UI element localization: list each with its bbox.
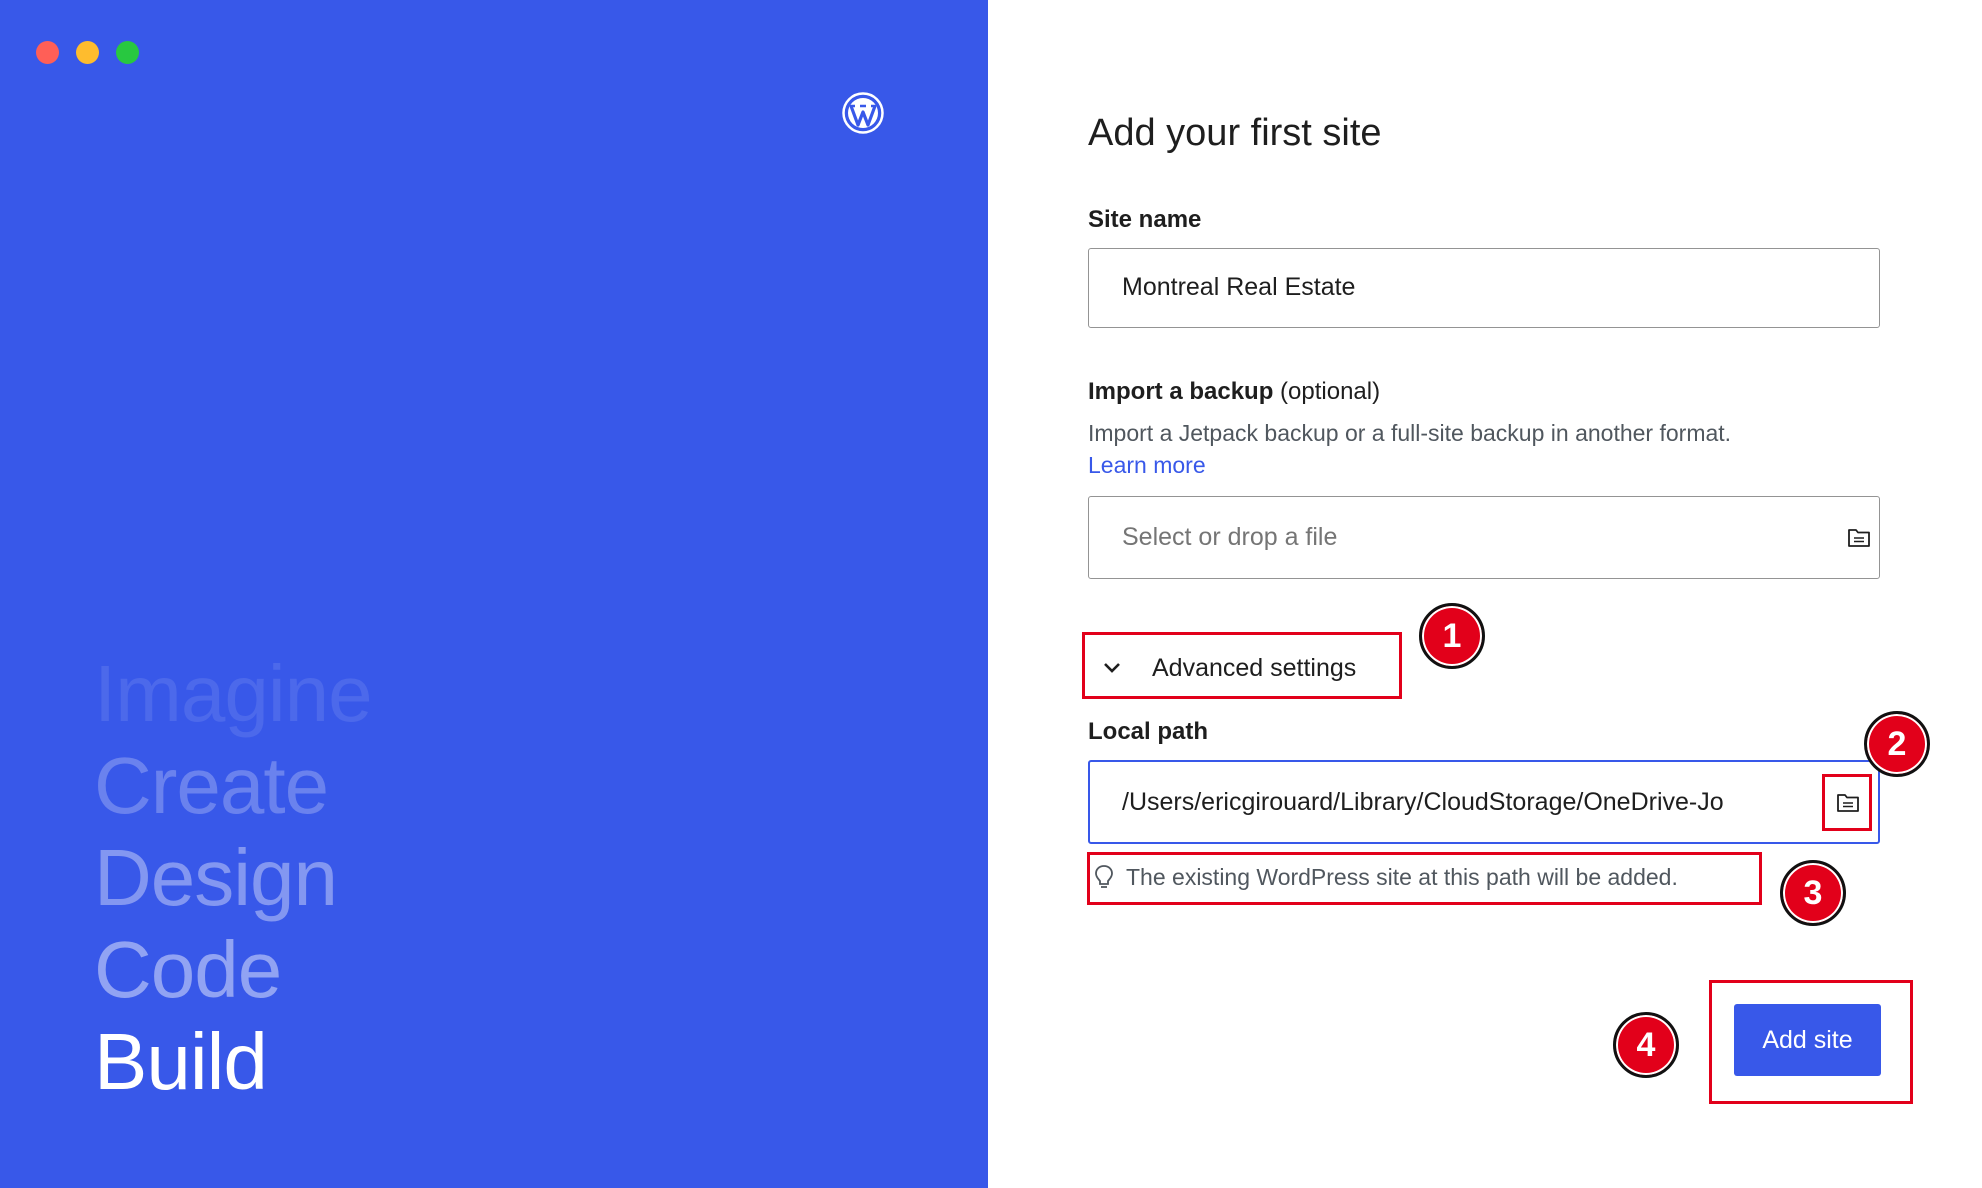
annotation-highlight-4	[1709, 980, 1913, 1104]
hero-word: Design	[94, 833, 338, 922]
site-name-value: Montreal Real Estate	[1122, 273, 1356, 301]
site-name-label: Site name	[1088, 206, 1202, 233]
window-close-button[interactable]	[36, 41, 59, 64]
hero-word: Code	[94, 925, 282, 1014]
import-backup-label-text: Import a backup	[1088, 378, 1274, 405]
import-backup-description: Import a Jetpack backup or a full-site b…	[1088, 420, 1732, 446]
hero-panel: Imagine Create Design Code Build	[0, 0, 988, 1188]
annotation-badge-1: 1	[1419, 603, 1485, 669]
annotation-highlight-3	[1087, 852, 1762, 905]
hero-word: Imagine	[94, 649, 373, 738]
window-zoom-button[interactable]	[116, 41, 139, 64]
hero-word: Create	[94, 741, 329, 830]
folder-icon[interactable]	[1847, 527, 1871, 549]
annotation-highlight-1	[1082, 632, 1402, 699]
site-name-input[interactable]: Montreal Real Estate	[1088, 248, 1880, 328]
local-path-value: /Users/ericgirouard/Library/CloudStorage…	[1122, 788, 1724, 816]
window-minimize-button[interactable]	[76, 41, 99, 64]
annotation-highlight-2	[1822, 774, 1872, 831]
hero-word-active: Build	[94, 1017, 268, 1106]
annotation-badge-2: 2	[1864, 711, 1930, 777]
local-path-label: Local path	[1088, 718, 1209, 745]
annotation-badge-4: 4	[1613, 1012, 1679, 1078]
wordpress-logo-icon	[842, 92, 884, 134]
hero-words: Imagine Create Design Code Build	[94, 648, 373, 1108]
backup-file-placeholder: Select or drop a file	[1122, 523, 1338, 551]
learn-more-link[interactable]: Learn more	[1088, 452, 1206, 479]
annotation-badge-3: 3	[1780, 860, 1846, 926]
backup-file-dropzone[interactable]: Select or drop a file	[1088, 496, 1880, 579]
optional-tag: (optional)	[1280, 378, 1381, 405]
local-path-input[interactable]: /Users/ericgirouard/Library/CloudStorage…	[1088, 760, 1880, 844]
import-backup-label: Import a backup (optional)	[1088, 378, 1380, 406]
page-title: Add your first site	[1088, 112, 1382, 154]
